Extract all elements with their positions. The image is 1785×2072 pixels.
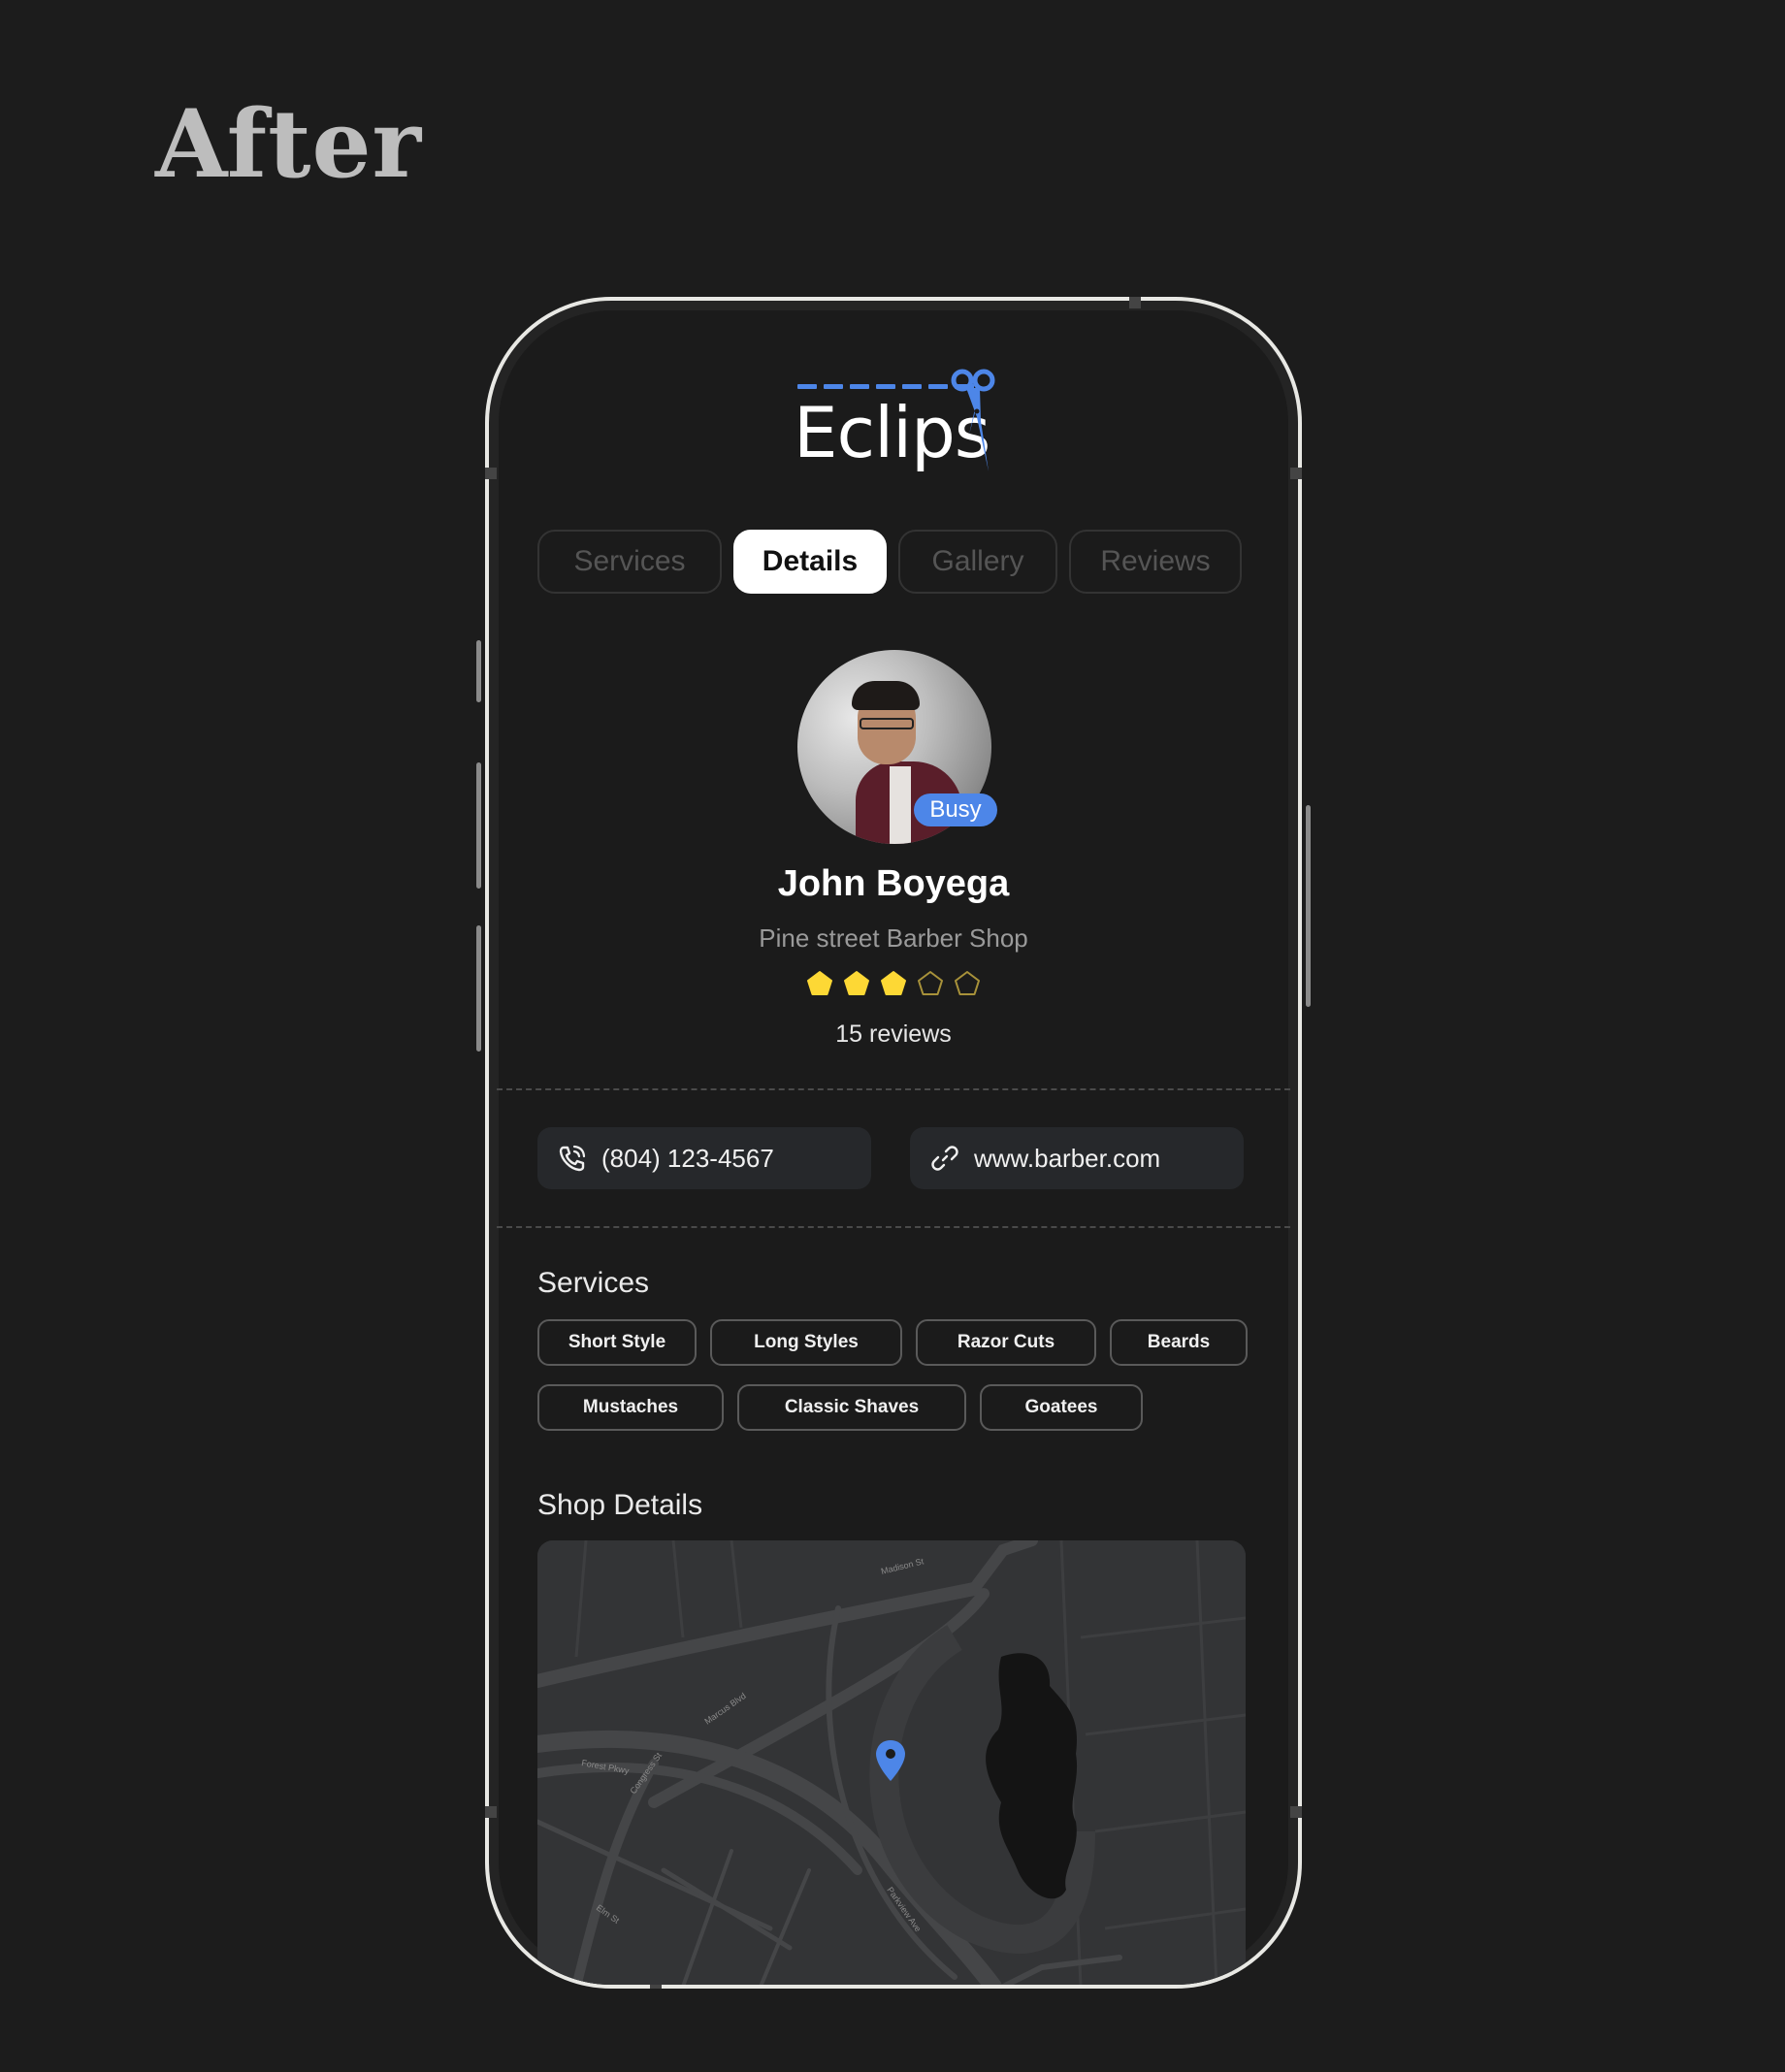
service-chip[interactable]: Mustaches	[537, 1384, 724, 1431]
service-chip[interactable]: Short Style	[537, 1319, 697, 1366]
services-row-2: Mustaches Classic Shaves Goatees	[537, 1384, 1143, 1431]
tab-gallery[interactable]: Gallery	[898, 530, 1057, 594]
phone-icon	[559, 1145, 586, 1172]
shop-details-title: Shop Details	[537, 1489, 703, 1521]
services-row-1: Short Style Long Styles Razor Cuts Beard…	[537, 1319, 1248, 1366]
reviews-count[interactable]: 15 reviews	[489, 1020, 1298, 1049]
website-button[interactable]: www.barber.com	[910, 1127, 1244, 1189]
mute-switch[interactable]	[476, 640, 481, 702]
star-filled-icon	[807, 971, 832, 995]
map-canvas: Madison St Marcus Blvd Forest Pkwy Congr…	[537, 1540, 1246, 1985]
barber-name: John Boyega	[777, 863, 1010, 904]
shop-name: Pine street Barber Shop	[759, 923, 1028, 953]
star-filled-icon	[881, 971, 906, 995]
volume-down-button[interactable]	[476, 925, 481, 1052]
phone-button[interactable]: (804) 123-4567	[537, 1127, 871, 1189]
status-badge: Busy	[914, 793, 997, 826]
dashed-divider	[497, 1226, 1290, 1228]
tab-services[interactable]: Services	[537, 530, 722, 594]
tab-bar: Services Details Gallery Reviews	[537, 530, 1242, 594]
scissors-icon	[951, 369, 995, 471]
page-heading: After	[155, 89, 423, 199]
dashed-divider	[497, 1088, 1290, 1090]
service-chip[interactable]: Beards	[1110, 1319, 1248, 1366]
star-empty-icon	[918, 971, 943, 995]
service-chip[interactable]: Razor Cuts	[916, 1319, 1096, 1366]
link-icon	[931, 1146, 958, 1171]
service-chip[interactable]: Goatees	[980, 1384, 1143, 1431]
star-rating	[489, 970, 1298, 997]
shop-map[interactable]: Madison St Marcus Blvd Forest Pkwy Congr…	[537, 1540, 1246, 1985]
eclips-logo: Eclips	[790, 363, 1013, 479]
logo-dashed-line	[797, 384, 974, 389]
service-chip[interactable]: Long Styles	[710, 1319, 902, 1366]
star-filled-icon	[844, 971, 869, 995]
star-empty-icon	[955, 971, 980, 995]
phone-number: (804) 123-4567	[601, 1143, 774, 1173]
phone-frame: Eclips Services Details Gallery Reviews	[476, 297, 1311, 1989]
service-chip[interactable]: Classic Shaves	[737, 1384, 966, 1431]
avatar-container: Busy	[797, 650, 997, 844]
volume-up-button[interactable]	[476, 762, 481, 889]
website-url: www.barber.com	[974, 1143, 1161, 1173]
power-button[interactable]	[1306, 805, 1311, 1007]
tab-reviews[interactable]: Reviews	[1069, 530, 1242, 594]
services-title: Services	[537, 1267, 650, 1299]
tab-details[interactable]: Details	[733, 530, 887, 594]
